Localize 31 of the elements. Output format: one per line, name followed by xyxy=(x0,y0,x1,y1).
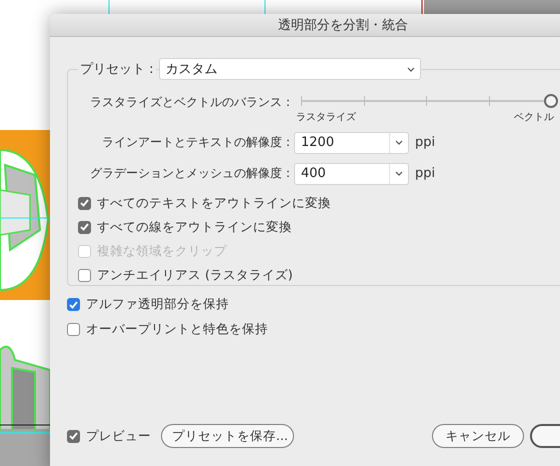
checkbox-label: アンチエイリアス (ラスタライズ) xyxy=(97,266,293,284)
checkbox-label: アルファ透明部分を保持 xyxy=(86,296,229,313)
checkbox-label: すべての線をアウトラインに変換 xyxy=(97,218,292,236)
preset-dropdown[interactable]: カスタム xyxy=(158,58,421,80)
window-title: 透明部分を分割・統合 xyxy=(278,17,408,34)
chevron-down-icon xyxy=(395,140,403,145)
resolution-label: グラデーションとメッシュの解像度 : xyxy=(89,165,291,182)
cancel-button[interactable]: キャンセル xyxy=(432,424,524,448)
checkbox-label: 複雑な領域をクリップ xyxy=(97,242,227,260)
save-preset-button[interactable]: プリセットを保存... xyxy=(161,424,294,448)
checkbox[interactable] xyxy=(78,196,91,210)
checkbox[interactable] xyxy=(78,268,91,282)
slider-max-label: ベクトル xyxy=(514,111,554,124)
checkbox[interactable] xyxy=(67,323,80,336)
resolution-label: ラインアートとテキストの解像度 : xyxy=(101,134,291,151)
slider-min-label: ラスタライズ xyxy=(296,111,356,124)
resolution-combo[interactable]: 1200 xyxy=(294,132,409,154)
unit-label: ppi xyxy=(415,166,436,181)
chevron-down-icon xyxy=(395,171,403,176)
checkbox-label: すべてのテキストをアウトラインに変換 xyxy=(97,194,331,212)
preset-label: プリセット : xyxy=(78,60,156,78)
checkbox-label: プレビュー xyxy=(86,428,151,444)
balance-label: ラスタライズとベクトルのバランス : xyxy=(89,94,291,111)
checkbox[interactable] xyxy=(67,430,80,442)
checkbox[interactable] xyxy=(67,298,80,311)
slider-thumb[interactable] xyxy=(544,94,558,108)
checkbox-label: オーバープリントと特色を保持 xyxy=(86,321,268,338)
chevron-down-icon xyxy=(406,66,415,72)
unit-label: ppi xyxy=(415,135,436,150)
resolution-combo[interactable]: 400 xyxy=(294,162,409,184)
checkbox[interactable] xyxy=(78,220,91,234)
